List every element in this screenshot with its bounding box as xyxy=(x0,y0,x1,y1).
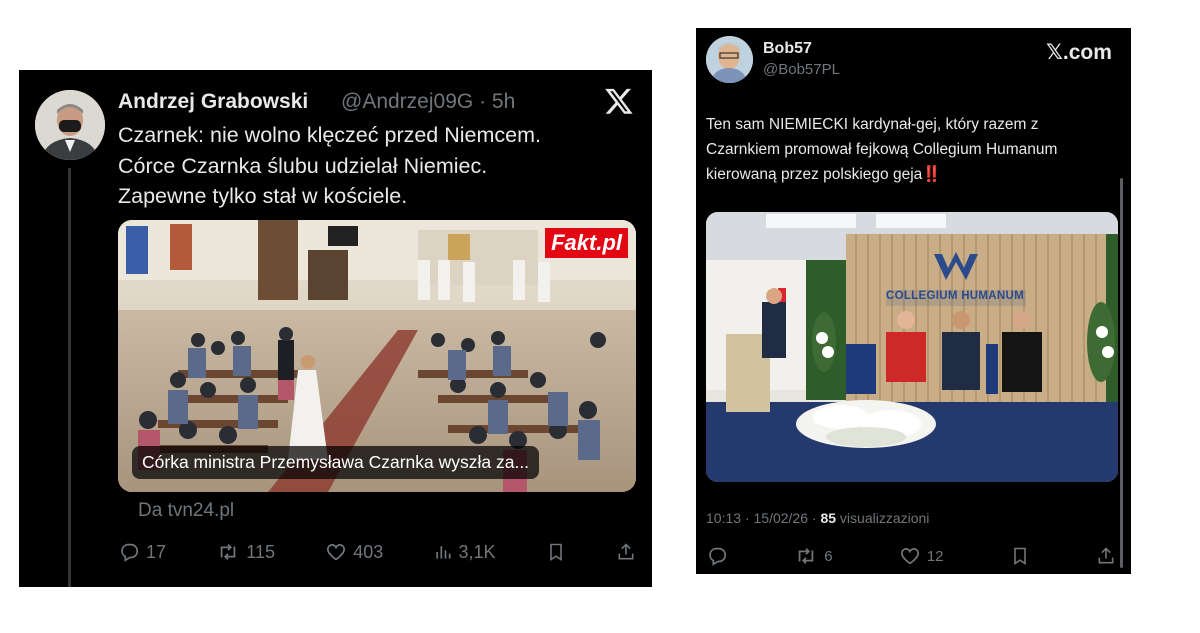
separator: · xyxy=(479,90,487,113)
x-brand-logo[interactable]: 𝕏.com xyxy=(1046,40,1112,65)
like-count: 12 xyxy=(926,547,944,565)
repost-button[interactable]: 6 xyxy=(794,545,833,567)
like-icon xyxy=(325,541,347,563)
tweet-actions: 17 115 403 3,1K xyxy=(118,540,636,564)
like-button[interactable]: 403 xyxy=(325,541,383,563)
post-time[interactable]: 10:13 xyxy=(706,510,741,526)
tweet-text-body: Ten sam NIEMIECKI kardynał-gej, który ra… xyxy=(706,116,1058,183)
share-button[interactable] xyxy=(1096,545,1116,567)
views-icon xyxy=(433,541,453,563)
handle-text: @Andrzej09G xyxy=(341,90,474,113)
x-logo-icon[interactable] xyxy=(604,86,634,121)
collegium-humanum-logo-text: COLLEGIUM HUMANUM xyxy=(886,290,1024,302)
separator: · xyxy=(744,510,750,526)
share-icon xyxy=(1096,545,1116,567)
tweet-media-image[interactable]: Fakt.pl Córka ministra Przemysława Czarn… xyxy=(118,220,636,492)
like-button[interactable]: 12 xyxy=(899,545,944,567)
post-meta: 10:13 · 15/02/26 · 85 visualizzazioni xyxy=(706,510,929,526)
reply-count: 17 xyxy=(146,541,167,562)
like-count: 403 xyxy=(353,541,384,562)
author-handle[interactable]: @Bob57PL xyxy=(763,61,840,78)
repost-count: 115 xyxy=(246,541,275,562)
left-tweet-card: Andrzej Grabowski @Andrzej09G · 5h Czarn… xyxy=(19,70,652,587)
author-name[interactable]: Andrzej Grabowski xyxy=(118,90,308,114)
tweet-text-line: Czarnek: nie wolno klęczeć przed Niemcem… xyxy=(118,123,541,147)
tweet-text-line: Zapewne tylko stał w kościele. xyxy=(118,184,408,208)
reply-button[interactable]: 17 xyxy=(118,541,166,563)
tweet-text: Czarnek: nie wolno klęczeć przed Niemcem… xyxy=(118,120,638,212)
views-button[interactable]: 3,1K xyxy=(433,541,496,563)
tweet-actions: 6 12 xyxy=(706,544,1116,568)
avatar[interactable] xyxy=(706,36,753,83)
bookmark-icon xyxy=(1010,545,1030,567)
tweet-media-image[interactable]: COLLEGIUM HUMANUM xyxy=(706,212,1118,482)
link-source[interactable]: Da tvn24.pl xyxy=(138,500,234,522)
tweet-text: Ten sam NIEMIECKI kardynał-gej, który ra… xyxy=(706,112,1111,187)
post-date[interactable]: 15/02/26 xyxy=(754,510,809,526)
share-icon xyxy=(616,541,636,563)
reply-icon xyxy=(706,545,728,567)
bookmark-button[interactable] xyxy=(546,541,566,563)
right-tweet-card: Bob57 @Bob57PL 𝕏.com Ten sam NIEMIECKI k… xyxy=(696,28,1131,574)
bookmark-icon xyxy=(546,541,566,563)
views-count: 85 xyxy=(820,510,837,526)
scrollbar[interactable] xyxy=(1120,178,1123,568)
repost-button[interactable]: 115 xyxy=(216,541,275,563)
views-label: visualizzazioni xyxy=(839,510,930,526)
author-name[interactable]: Bob57 xyxy=(763,40,812,58)
separator: · xyxy=(811,510,817,526)
repost-icon xyxy=(794,545,818,567)
repost-icon xyxy=(216,541,240,563)
reply-icon xyxy=(118,541,140,563)
fakt-pl-badge: Fakt.pl xyxy=(545,228,628,258)
avatar[interactable] xyxy=(35,90,105,160)
reply-button[interactable] xyxy=(706,545,728,567)
repost-count: 6 xyxy=(824,547,833,565)
post-time: 5h xyxy=(491,90,516,113)
bookmark-button[interactable] xyxy=(1010,545,1030,567)
share-button[interactable] xyxy=(616,541,636,563)
media-caption[interactable]: Córka ministra Przemysława Czarnka wyszł… xyxy=(132,446,540,479)
tweet-text-line: Córce Czarnka ślubu udzielał Niemiec. xyxy=(118,153,488,178)
author-handle[interactable]: @Andrzej09G · 5h xyxy=(341,90,515,114)
like-icon xyxy=(899,545,921,567)
double-exclamation-emoji: ‼️ xyxy=(922,166,942,183)
collegium-humanum-event-photo xyxy=(706,212,1118,482)
views-count: 3,1K xyxy=(458,541,496,562)
thread-line xyxy=(68,168,71,587)
